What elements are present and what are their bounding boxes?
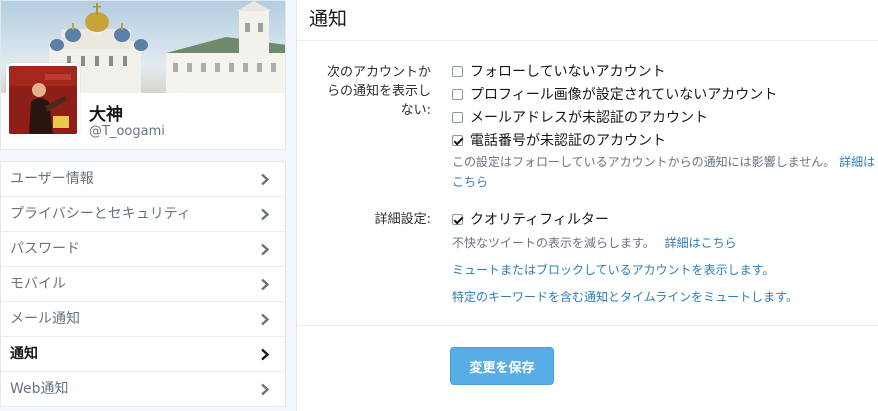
muted-blocked-link-suffix[interactable]: しているアカウントを表示します。 [584, 263, 774, 277]
checkbox-icon[interactable] [452, 65, 463, 77]
option-not-following[interactable]: フォローしていないアカウント [452, 61, 666, 81]
mute-help-text: この設定はフォローしているアカウントからの通知には影響しません。 詳細は [452, 155, 876, 169]
nav-item-web-notifications[interactable]: Web通知 [1, 372, 285, 407]
page-title: 通知 [297, 0, 878, 41]
divider [297, 325, 878, 326]
option-unconfirmed-email[interactable]: メールアドレスが未認証のアカウント [452, 107, 708, 127]
option-label: フォローしていないアカウント [470, 64, 666, 80]
nav-item-password[interactable]: パスワード [1, 232, 285, 267]
nav-item-label: プライバシーとセキュリティ [10, 206, 191, 222]
settings-nav: ユーザー情報 プライバシーとセキュリティ パスワード モバイル メール通知 通知… [0, 161, 286, 407]
option-no-profile-photo[interactable]: プロフィール画像が設定されていないアカウント [452, 84, 777, 104]
chevron-right-icon [261, 243, 270, 256]
profile-card: 大神 @T_oogami [0, 0, 286, 150]
learn-more-link-continued[interactable]: こちら [452, 175, 488, 189]
muted-blocked-accounts-row: ミュートまたはブロックしているアカウントを表示します。 [452, 260, 774, 280]
muted-accounts-link[interactable]: ミュートまたは [452, 263, 536, 277]
chevron-right-icon [261, 208, 270, 221]
muted-words-link[interactable]: 特定のキーワードを含む通知とタイムラインをミュートします。 [452, 290, 798, 304]
notifications-panel: 通知 次のアカウントか らの通知を表示し ない: フォローしていないアカウント … [296, 0, 878, 411]
option-unconfirmed-phone[interactable]: 電話番号が未認証のアカウント [452, 130, 666, 150]
chevron-right-icon [261, 278, 270, 291]
nav-item-label: ユーザー情報 [10, 171, 94, 187]
nav-item-label: メール通知 [10, 311, 80, 327]
nav-item-label: Web通知 [10, 381, 69, 397]
blocked-accounts-link[interactable]: ブロック [536, 263, 584, 277]
nav-item-label: 通知 [10, 346, 38, 362]
chevron-right-icon [261, 348, 270, 361]
chevron-right-icon [261, 173, 270, 186]
nav-item-account[interactable]: ユーザー情報 [1, 162, 285, 197]
save-button[interactable]: 変更を保存 [450, 347, 554, 385]
avatar[interactable] [6, 63, 80, 137]
avatar-image [9, 66, 77, 134]
checkbox-icon[interactable] [452, 88, 463, 100]
display-name[interactable]: 大神 [89, 100, 123, 125]
muted-words-row: 特定のキーワードを含む通知とタイムラインをミュートします。 [452, 287, 798, 307]
advanced-section-label: 詳細設定: [374, 212, 431, 227]
quality-learn-more-link[interactable]: 詳細はこちら [665, 236, 737, 250]
nav-item-notifications[interactable]: 通知 [1, 337, 285, 372]
nav-item-label: パスワード [10, 241, 80, 257]
option-label: クオリティフィルター [470, 212, 609, 228]
option-label: 電話番号が未認証のアカウント [470, 133, 666, 149]
checkbox-icon[interactable] [452, 213, 463, 225]
nav-item-privacy[interactable]: プライバシーとセキュリティ [1, 197, 285, 232]
quality-filter-option[interactable]: クオリティフィルター [452, 209, 609, 229]
mute-section-label: 次のアカウントか らの通知を表示し ない: [326, 65, 431, 118]
nav-item-label: モバイル [10, 276, 66, 292]
chevron-right-icon [261, 383, 270, 396]
quality-filter-help: 不快なツイートの表示を減らします。 詳細はこちら [452, 236, 737, 250]
checkbox-icon[interactable] [452, 111, 463, 123]
chevron-right-icon [261, 313, 270, 326]
learn-more-link[interactable]: 詳細は [839, 155, 875, 169]
screen-name[interactable]: @T_oogami [89, 124, 165, 139]
nav-item-email-notifications[interactable]: メール通知 [1, 302, 285, 337]
mute-help-link-row: こちら [452, 172, 488, 192]
checkbox-icon[interactable] [452, 134, 463, 146]
option-label: メールアドレスが未認証のアカウント [470, 110, 708, 126]
nav-item-mobile[interactable]: モバイル [1, 267, 285, 302]
option-label: プロフィール画像が設定されていないアカウント [470, 87, 778, 103]
